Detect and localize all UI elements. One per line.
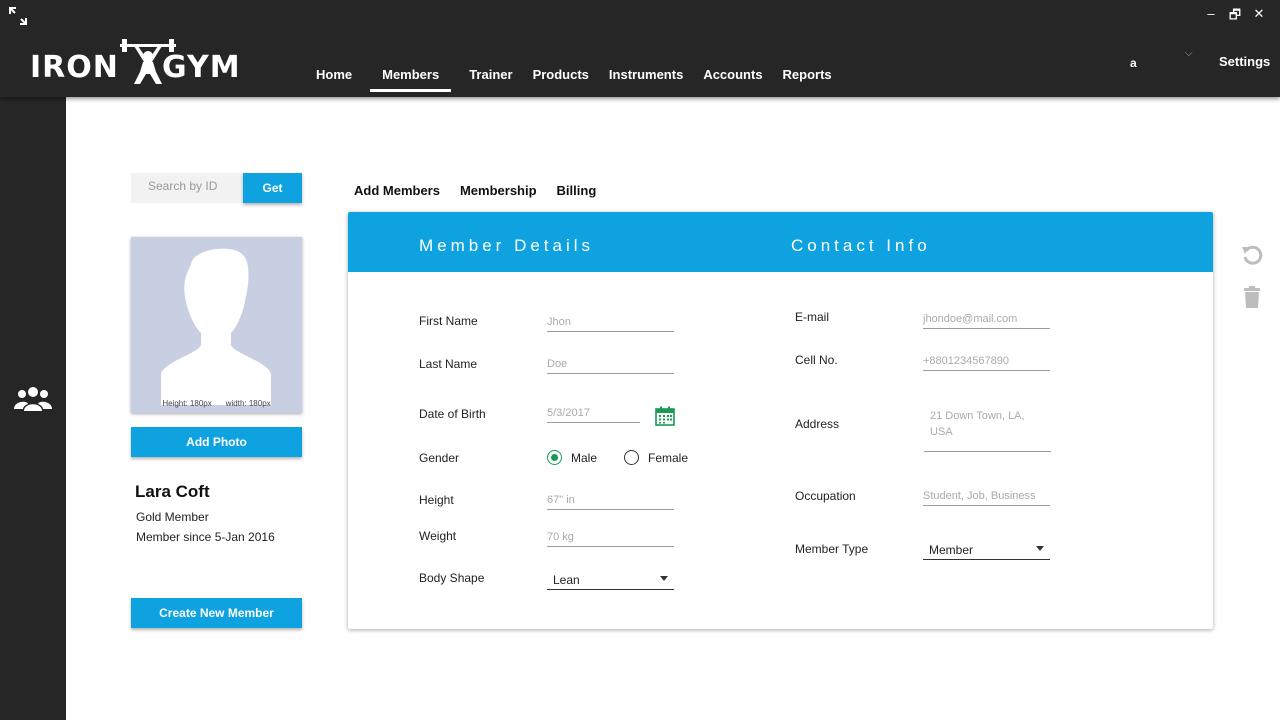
group-icon[interactable] bbox=[13, 385, 53, 413]
nav-instruments[interactable]: Instruments bbox=[599, 60, 693, 92]
last-name-input[interactable]: Doe bbox=[547, 354, 674, 374]
nav-products[interactable]: Products bbox=[523, 60, 599, 92]
expand-icon[interactable] bbox=[8, 6, 28, 26]
last-name-label: Last Name bbox=[419, 357, 478, 371]
settings-link[interactable]: Settings bbox=[1219, 54, 1270, 69]
add-photo-button[interactable]: Add Photo bbox=[131, 427, 302, 457]
gender-male-radio[interactable]: Male bbox=[547, 450, 597, 465]
first-name-input[interactable]: Jhon bbox=[547, 312, 674, 332]
logo-text-left: IRON bbox=[30, 50, 119, 85]
member-name: Lara Coft bbox=[135, 482, 210, 501]
address-label: Address bbox=[795, 417, 840, 431]
dob-input[interactable]: 5/3/2017 bbox=[547, 403, 640, 423]
caret-down-icon bbox=[1036, 546, 1044, 551]
body-shape-label: Body Shape bbox=[419, 571, 485, 585]
logo-text-right: GYM bbox=[162, 50, 241, 85]
nav-reports[interactable]: Reports bbox=[773, 60, 842, 92]
height-label: Height bbox=[419, 493, 454, 507]
nav-home[interactable]: Home bbox=[306, 60, 362, 92]
nav-accounts[interactable]: Accounts bbox=[693, 60, 772, 92]
member-level: Gold Member bbox=[136, 510, 209, 524]
nav-members[interactable]: Members bbox=[370, 60, 452, 92]
section-title-contact-info: Contact Info bbox=[791, 236, 931, 255]
member-type-label: Member Type bbox=[795, 542, 869, 556]
caret-down-icon bbox=[660, 576, 668, 581]
refresh-icon[interactable] bbox=[1241, 244, 1263, 266]
top-bar: – 🗗 ✕ IRON GYM Home Members Trainer Prod… bbox=[0, 0, 1280, 97]
get-button[interactable]: Get bbox=[243, 173, 302, 203]
window-controls: – 🗗 ✕ bbox=[1204, 6, 1266, 28]
address-input[interactable]: 21 Down Town, LA, USA bbox=[924, 404, 1051, 452]
chevron-down-icon[interactable]: ⌵ bbox=[1185, 48, 1193, 59]
section-title-member-details: Member Details bbox=[419, 236, 595, 255]
gender-female-radio[interactable]: Female bbox=[624, 450, 688, 465]
email-input[interactable]: jhondoe@mail.com bbox=[923, 309, 1050, 329]
restore-button[interactable]: 🗗 bbox=[1228, 6, 1242, 28]
search-input[interactable]: Search by ID bbox=[131, 173, 243, 203]
trash-icon[interactable] bbox=[1243, 286, 1261, 308]
tab-membership[interactable]: Membership bbox=[460, 183, 537, 198]
gender-label: Gender bbox=[419, 451, 460, 465]
weight-input[interactable]: 70 kg bbox=[547, 527, 674, 547]
sub-tabs: Add Members Membership Billing bbox=[354, 183, 596, 198]
member-since: Member since 5-Jan 2016 bbox=[136, 530, 275, 544]
left-rail bbox=[0, 97, 66, 720]
member-photo: Height: 180px width: 180px bbox=[131, 237, 302, 413]
nav-trainer[interactable]: Trainer bbox=[459, 60, 522, 92]
close-button[interactable]: ✕ bbox=[1252, 6, 1266, 28]
member-type-select[interactable]: Member bbox=[923, 538, 1050, 560]
tab-add-members[interactable]: Add Members bbox=[354, 183, 440, 198]
tab-billing[interactable]: Billing bbox=[557, 183, 597, 198]
radio-selected-icon bbox=[547, 450, 562, 465]
radio-unselected-icon bbox=[624, 450, 639, 465]
card-header: Member Details Contact Info bbox=[348, 212, 1213, 272]
photo-size-hint: Height: 180px width: 180px bbox=[162, 399, 271, 408]
logo: IRON GYM bbox=[30, 38, 245, 88]
occupation-label: Occupation bbox=[795, 489, 856, 503]
member-form-card: Member Details Contact Info First Name J… bbox=[348, 212, 1213, 629]
avatar-silhouette-icon bbox=[161, 248, 271, 405]
email-label: E-mail bbox=[795, 310, 830, 324]
cell-input[interactable]: +8801234567890 bbox=[923, 351, 1050, 371]
first-name-label: First Name bbox=[419, 314, 478, 328]
body-shape-select[interactable]: Lean bbox=[547, 568, 674, 590]
weight-label: Weight bbox=[419, 529, 457, 543]
calendar-icon[interactable] bbox=[655, 406, 675, 426]
occupation-input[interactable]: Student, Job, Business bbox=[923, 486, 1050, 506]
user-name[interactable]: a bbox=[1130, 56, 1137, 70]
height-input[interactable]: 67" in bbox=[547, 490, 674, 510]
main-nav: Home Members Trainer Products Instrument… bbox=[306, 60, 842, 92]
create-new-member-button[interactable]: Create New Member bbox=[131, 598, 302, 628]
minimize-button[interactable]: – bbox=[1204, 6, 1218, 28]
dob-label: Date of Birth bbox=[419, 407, 486, 421]
cell-label: Cell No. bbox=[795, 353, 838, 367]
